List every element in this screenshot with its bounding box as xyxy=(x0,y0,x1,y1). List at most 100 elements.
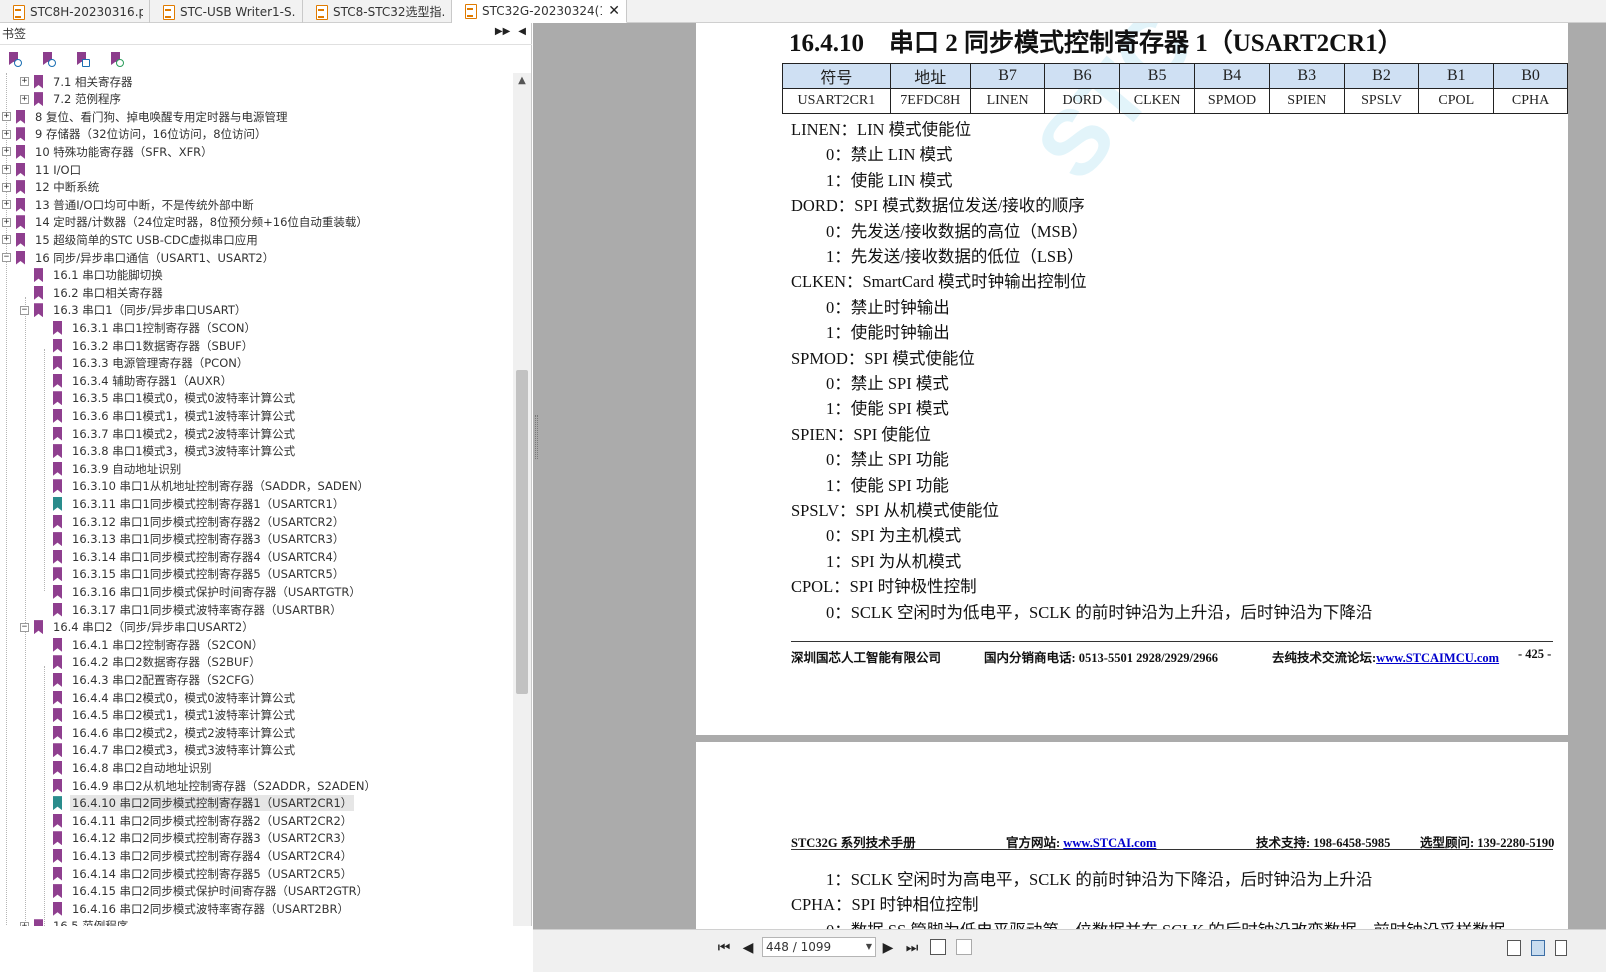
expand-icon[interactable]: + xyxy=(2,182,11,192)
page-number-field[interactable]: 448 / 1099 ▼ xyxy=(762,937,876,957)
expand-icon[interactable]: + xyxy=(20,94,29,104)
bookmark-item[interactable]: 16.4.3 串口2配置寄存器（S2CFG） xyxy=(39,671,263,688)
single-page-view-icon[interactable] xyxy=(1507,940,1521,956)
bookmark-item[interactable]: 16.4.7 串口2模式3，模式3波特率计算公式 xyxy=(39,742,297,759)
register-header-cell: 符号 xyxy=(782,63,891,89)
collapse-bookmark-icon[interactable] xyxy=(40,51,56,67)
bookmark-item[interactable]: 16.3.11 串口1同步模式控制寄存器1（USARTCR1） xyxy=(39,495,346,512)
expand-icon[interactable]: + xyxy=(2,129,11,139)
bit-value-description: 0：数据 SS 管脚为低电平驱动第一位数据并在 SCLK 的后时钟沿改变数据，前… xyxy=(826,917,1505,929)
bookmark-item[interactable]: +7.1 相关寄存器 xyxy=(20,73,134,90)
bookmark-label: 16.3.8 串口1模式3，模式3波特率计算公式 xyxy=(72,444,296,459)
expand-icon[interactable]: + xyxy=(20,77,29,86)
bookmark-item[interactable]: 16.4.16 串口2同步模式波特率寄存器（USART2BR） xyxy=(39,900,351,917)
bookmark-item[interactable]: +9 存储器（32位访问，16位访问，8位访问） xyxy=(2,126,269,143)
bookmark-label: 10 特殊功能寄存器（SFR、XFR） xyxy=(35,144,213,159)
chevron-down-icon[interactable]: ▼ xyxy=(866,938,872,956)
expand-icon[interactable]: + xyxy=(2,217,11,227)
expand-icon[interactable]: + xyxy=(2,112,11,122)
bookmark-item[interactable]: 16.4.11 串口2同步模式控制寄存器2（USART2CR2） xyxy=(39,812,354,829)
bookmark-item[interactable]: 16.3.6 串口1模式1，模式1波特率计算公式 xyxy=(39,407,297,424)
bookmark-item[interactable]: 16.4.15 串口2同步模式保护时间寄存器（USART2GTR） xyxy=(39,883,370,900)
bookmark-item[interactable]: 16.3.8 串口1模式3，模式3波特率计算公式 xyxy=(39,443,297,460)
collapse-icon[interactable]: − xyxy=(20,622,29,632)
collapse-icon[interactable]: − xyxy=(2,253,11,262)
bookmark-icon xyxy=(53,796,62,811)
first-page-icon[interactable]: ⏮ xyxy=(715,939,733,957)
bookmark-item[interactable]: 16.4.6 串口2模式2，模式2波特率计算公式 xyxy=(39,724,297,741)
bookmark-item[interactable]: +8 复位、看门狗、掉电唤醒专用定时器与电源管理 xyxy=(2,108,289,125)
panel-collapse-icon[interactable]: ▶▶ xyxy=(495,26,510,37)
next-view-icon[interactable] xyxy=(956,939,972,955)
bookmark-item[interactable]: 16.4.9 串口2从机地址控制寄存器（S2ADDR，S2ADEN） xyxy=(39,777,378,794)
last-page-icon[interactable]: ⏭ xyxy=(903,939,921,957)
expand-icon[interactable]: + xyxy=(2,235,11,245)
expand-icon[interactable]: + xyxy=(2,147,11,157)
scroll-up-icon[interactable]: ▲ xyxy=(513,73,531,89)
bookmark-item[interactable]: 16.3.7 串口1模式2，模式2波特率计算公式 xyxy=(39,425,297,442)
bookmark-item[interactable]: +12 中断系统 xyxy=(2,179,101,196)
bookmark-label: 16.4 串口2（同步/异步串口USART2） xyxy=(53,620,254,635)
bookmark-item[interactable]: 16.3.12 串口1同步模式控制寄存器2（USARTCR2） xyxy=(39,513,346,530)
bookmark-item[interactable]: 16.3.17 串口1同步模式波特率寄存器（USARTBR） xyxy=(39,601,344,618)
close-tab-icon[interactable]: ✕ xyxy=(608,3,620,19)
scrollbar-thumb[interactable] xyxy=(516,370,528,694)
document-tab[interactable]: STC8H-20230316.p... xyxy=(0,0,150,23)
bookmark-item[interactable]: +7.2 范例程序 xyxy=(20,91,123,108)
collapse-icon[interactable]: − xyxy=(20,305,29,315)
bookmark-item[interactable]: 16.4.14 串口2同步模式控制寄存器5（USART2CR5） xyxy=(39,865,354,882)
document-view[interactable]: STC 16.4.10 串口 2 同步模式控制寄存器 1（USART2CR1） … xyxy=(696,23,1568,929)
bookmark-item[interactable]: 16.3.10 串口1从机地址控制寄存器（SADDR，SADEN） xyxy=(39,478,371,495)
next-page-icon[interactable]: ▶ xyxy=(879,939,897,957)
site-link[interactable]: www.STCAI.com xyxy=(1063,836,1156,850)
bookmark-item[interactable]: +13 普通I/O口均可中断，不是传统外部中断 xyxy=(2,196,256,213)
find-bookmark-icon[interactable] xyxy=(108,51,124,67)
bookmark-item[interactable]: 16.4.2 串口2数据寄存器（S2BUF） xyxy=(39,654,263,671)
bookmark-item[interactable]: 16.3.16 串口1同步模式保护时间寄存器（USARTGTR） xyxy=(39,583,363,600)
bookmark-item[interactable]: +14 定时器/计数器（24位定时器，8位预分频+16位自动重装载） xyxy=(2,214,370,231)
bookmark-item[interactable]: 16.3.13 串口1同步模式控制寄存器3（USARTCR3） xyxy=(39,531,346,548)
bookmark-item[interactable]: 16.3.14 串口1同步模式控制寄存器4（USARTCR4） xyxy=(39,548,346,565)
bookmark-item[interactable]: 16.3.4 辅助寄存器1（AUXR） xyxy=(39,372,234,389)
panel-close-icon[interactable]: ◀ xyxy=(518,26,526,37)
bookmark-scrollbar[interactable]: ▲ ▼ xyxy=(513,73,531,949)
bookmark-item[interactable]: 16.3.1 串口1控制寄存器（SCON） xyxy=(39,319,258,336)
bookmark-item[interactable]: 16.4.5 串口2模式1，模式1波特率计算公式 xyxy=(39,707,297,724)
expand-icon[interactable]: + xyxy=(2,200,11,210)
previous-view-icon[interactable] xyxy=(930,939,946,955)
bookmark-item[interactable]: 16.4.1 串口2控制寄存器（S2CON） xyxy=(39,636,265,653)
go-to-bookmark-icon[interactable] xyxy=(74,51,90,67)
bookmark-label: 16.3.9 自动地址识别 xyxy=(72,461,182,476)
document-tab[interactable]: STC-USB Writer1-S... xyxy=(150,0,303,23)
forum-link[interactable]: www.STCAIMCU.com xyxy=(1376,651,1499,665)
bookmark-item[interactable]: +15 超级简单的STC USB-CDC虚拟串口应用 xyxy=(2,231,260,248)
bookmark-item[interactable]: 16.3.9 自动地址识别 xyxy=(39,460,183,477)
continuous-view-icon[interactable] xyxy=(1531,940,1545,956)
bookmark-item[interactable]: +10 特殊功能寄存器（SFR、XFR） xyxy=(2,143,215,160)
bookmark-item[interactable]: 16.4.4 串口2模式0，模式0波特率计算公式 xyxy=(39,689,297,706)
bookmark-item[interactable]: 16.3.3 电源管理寄存器（PCON） xyxy=(39,355,250,372)
facing-view-icon[interactable] xyxy=(1555,940,1567,956)
bookmark-item[interactable]: 16.4.13 串口2同步模式控制寄存器4（USART2CR4） xyxy=(39,847,354,864)
bookmark-item[interactable]: − 16 同步/异步串口通信（USART1、USART2） xyxy=(2,249,276,266)
bookmark-label: 16.3.5 串口1模式0，模式0波特率计算公式 xyxy=(72,391,296,406)
previous-page-icon[interactable]: ◀ xyxy=(739,939,757,957)
expand-icon[interactable]: + xyxy=(2,165,11,174)
expand-bookmark-icon[interactable] xyxy=(6,51,22,67)
bookmark-item[interactable]: 16.3.15 串口1同步模式控制寄存器5（USARTCR5） xyxy=(39,566,346,583)
bookmark-item[interactable]: − 16.4 串口2（同步/异步串口USART2） xyxy=(20,619,256,636)
bookmark-item[interactable]: 16.3.5 串口1模式0，模式0波特率计算公式 xyxy=(39,390,297,407)
bookmark-item[interactable]: 16.4.12 串口2同步模式控制寄存器3（USART2CR3） xyxy=(39,830,354,847)
bookmark-item[interactable]: 16.4.10 串口2同步模式控制寄存器1（USART2CR1） xyxy=(39,795,355,812)
bookmark-item[interactable]: +11 I/O口 xyxy=(2,161,83,178)
panel-splitter[interactable] xyxy=(535,415,538,459)
bookmark-label: 16.3.1 串口1控制寄存器（SCON） xyxy=(72,320,257,335)
bookmark-item[interactable]: 16.2 串口相关寄存器 xyxy=(20,284,165,301)
document-tab[interactable]: STC8-STC32选型指... xyxy=(303,0,452,23)
bookmark-item[interactable]: 16.1 串口功能脚切换 xyxy=(20,267,165,284)
bookmark-item[interactable]: 16.4.8 串口2自动地址识别 xyxy=(39,759,214,776)
bookmark-item[interactable]: − 16.3 串口1（同步/异步串口USART） xyxy=(20,302,248,319)
bookmark-item[interactable]: 16.3.2 串口1数据寄存器（SBUF） xyxy=(39,337,255,354)
document-tab[interactable]: STC32G-20230324(1... ✕ xyxy=(452,0,627,23)
